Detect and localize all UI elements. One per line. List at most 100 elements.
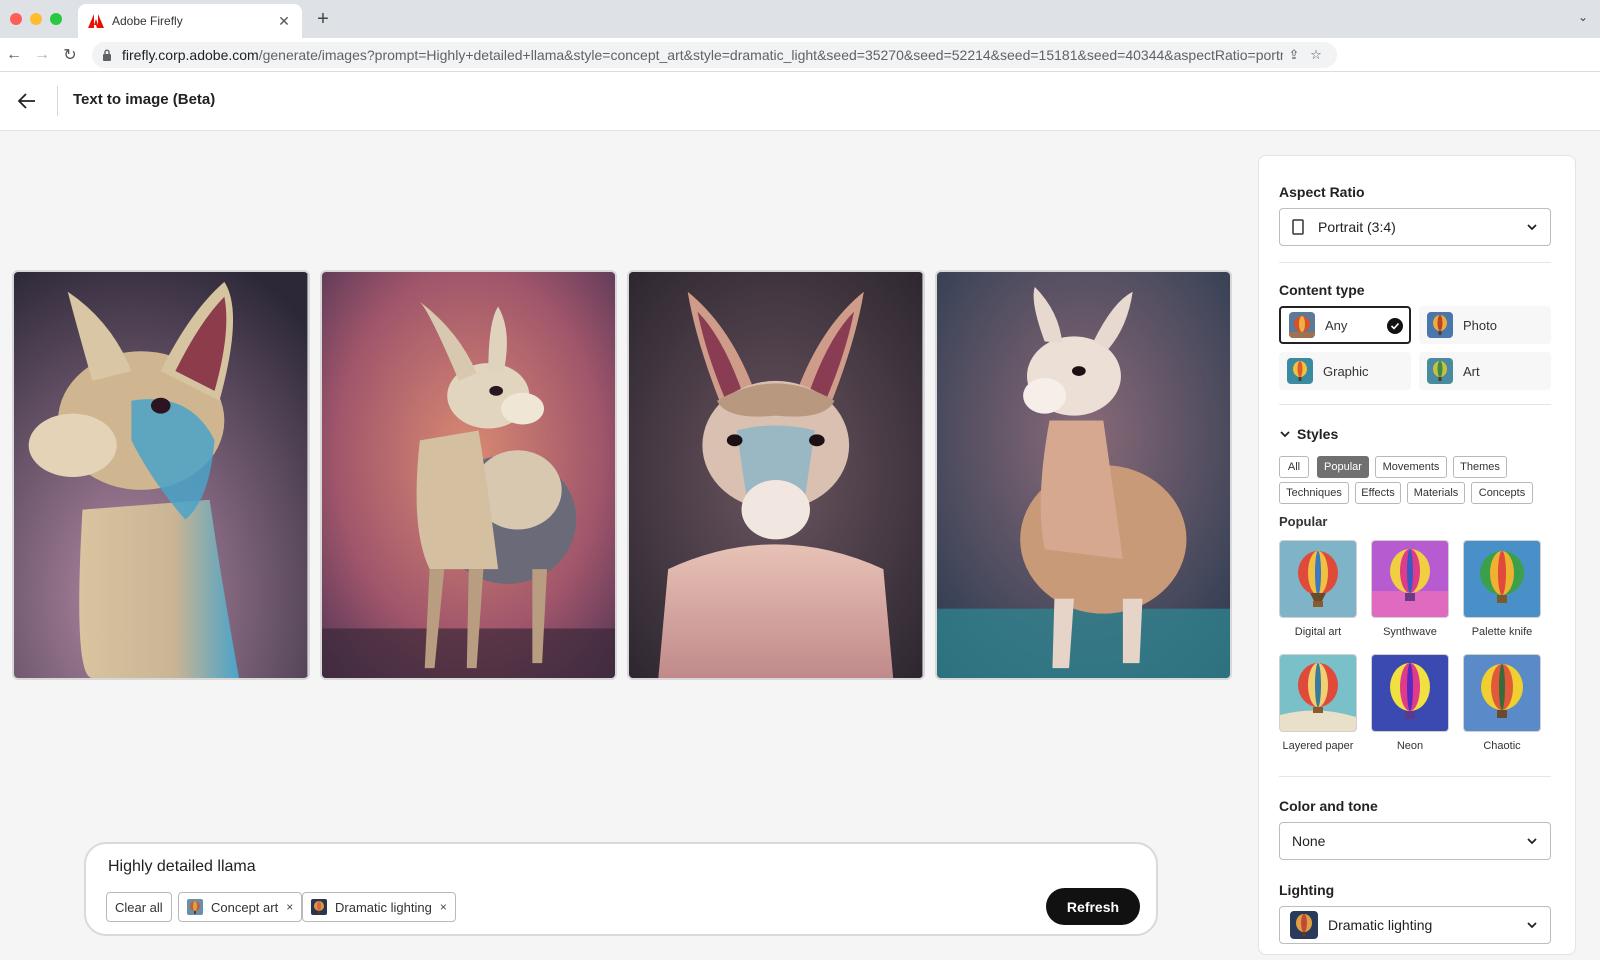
style-label: Digital art — [1294, 626, 1342, 638]
content-type-art[interactable]: Art — [1419, 352, 1551, 390]
color-tone-dropdown[interactable]: None — [1279, 822, 1551, 860]
chevron-down-icon — [1280, 431, 1290, 438]
any-thumbnail-icon — [1289, 312, 1315, 338]
generated-image-1[interactable] — [12, 270, 310, 680]
aspect-ratio-value: Portrait (3:4) — [1318, 219, 1396, 235]
browser-toolbar: ← → ↻ firefly.corp.adobe.com/generate/im… — [0, 38, 1600, 102]
header-divider — [57, 86, 58, 116]
close-tab-icon[interactable]: ✕ — [276, 13, 292, 30]
url-text: firefly.corp.adobe.com/generate/images?p… — [122, 47, 1283, 63]
content-type-label: Art — [1463, 363, 1480, 379]
checkmark-icon — [1387, 318, 1403, 334]
browser-tab[interactable]: Adobe Firefly ✕ — [78, 4, 302, 38]
content-type-graphic[interactable]: Graphic — [1279, 352, 1411, 390]
lighting-dropdown[interactable]: Dramatic lighting — [1279, 906, 1551, 944]
filter-themes[interactable]: Themes — [1453, 456, 1507, 478]
popular-section-title: Popular — [1279, 514, 1328, 529]
clear-all-button[interactable]: Clear all — [106, 892, 172, 922]
url-path: /generate/images?prompt=Highly+detailed+… — [258, 47, 1283, 63]
style-thumbnail — [1279, 540, 1357, 618]
style-neon[interactable]: Neon — [1371, 654, 1449, 752]
style-layered-paper[interactable]: Layered paper — [1279, 654, 1357, 752]
content-type-title: Content type — [1279, 282, 1365, 298]
refresh-button[interactable]: Refresh — [1046, 888, 1140, 925]
reload-icon[interactable]: ↻ — [56, 41, 84, 69]
aspect-ratio-dropdown[interactable]: Portrait (3:4) — [1279, 208, 1551, 246]
lighting-title: Lighting — [1279, 882, 1335, 898]
maximize-window-button[interactable] — [50, 13, 62, 25]
forward-icon[interactable]: → — [28, 41, 56, 69]
share-icon[interactable]: ⇪ — [1283, 47, 1305, 63]
prompt-bar: Highly detailed llama Clear all Concept … — [84, 842, 1158, 936]
chip-dramatic-lighting: Dramatic lighting × — [302, 892, 456, 922]
style-chaotic[interactable]: Chaotic — [1463, 654, 1541, 752]
dramatic-lighting-thumbnail-icon — [1290, 911, 1318, 939]
remove-chip-icon[interactable]: × — [440, 900, 447, 914]
chip-label: Concept art — [211, 899, 279, 915]
styles-title: Styles — [1297, 426, 1339, 442]
filter-popular[interactable]: Popular — [1317, 456, 1369, 478]
dramatic-lighting-thumbnail-icon — [311, 899, 327, 915]
content-type-any[interactable]: Any — [1279, 306, 1411, 344]
filter-effects[interactable]: Effects — [1355, 482, 1401, 504]
style-label: Synthwave — [1383, 626, 1437, 638]
art-thumbnail-icon — [1427, 358, 1453, 384]
filter-movements[interactable]: Movements — [1375, 456, 1447, 478]
style-palette-knife[interactable]: Palette knife — [1463, 540, 1541, 638]
concept-art-thumbnail-icon — [187, 899, 203, 915]
image-gallery — [12, 270, 1232, 680]
browser-tab-bar: Adobe Firefly ✕ + ⌄ — [0, 0, 1600, 38]
color-tone-value: None — [1292, 833, 1326, 849]
content-type-label: Graphic — [1323, 363, 1369, 379]
divider — [1279, 776, 1551, 777]
filter-techniques[interactable]: Techniques — [1279, 482, 1349, 504]
style-thumbnail — [1371, 654, 1449, 732]
filter-concepts[interactable]: Concepts — [1471, 482, 1533, 504]
tab-search-icon[interactable]: ⌄ — [1578, 10, 1588, 24]
bookmark-star-icon[interactable]: ☆ — [1305, 47, 1327, 63]
graphic-thumbnail-icon — [1287, 358, 1313, 384]
page-title: Text to image (Beta) — [73, 91, 216, 108]
remove-chip-icon[interactable]: × — [286, 900, 293, 914]
filter-materials[interactable]: Materials — [1407, 482, 1465, 504]
filter-all[interactable]: All — [1279, 456, 1309, 478]
divider — [1279, 262, 1551, 263]
generated-image-3[interactable] — [627, 270, 925, 680]
aspect-ratio-title: Aspect Ratio — [1279, 184, 1365, 200]
app-header: Text to image (Beta) — [0, 72, 1600, 131]
adobe-logo-icon — [88, 14, 104, 28]
back-arrow-icon[interactable] — [14, 88, 40, 114]
portrait-icon — [1292, 219, 1304, 235]
prompt-input[interactable]: Highly detailed llama — [108, 858, 256, 876]
styles-section-toggle[interactable]: Styles — [1279, 426, 1338, 442]
chip-concept-art: Concept art × — [178, 892, 303, 922]
generated-image-4[interactable] — [934, 270, 1232, 680]
divider — [1279, 404, 1551, 405]
style-label: Chaotic — [1483, 740, 1521, 752]
style-digital-art[interactable]: Digital art — [1279, 540, 1357, 638]
content-type-label: Photo — [1463, 317, 1497, 333]
content-type-photo[interactable]: Photo — [1419, 306, 1551, 344]
url-host: firefly.corp.adobe.com — [122, 47, 259, 63]
new-tab-icon[interactable]: + — [312, 8, 334, 30]
style-label: Palette knife — [1471, 626, 1533, 638]
style-synthwave[interactable]: Synthwave — [1371, 540, 1449, 638]
minimize-window-button[interactable] — [30, 13, 42, 25]
style-thumbnail — [1463, 540, 1541, 618]
chevron-down-icon — [1527, 224, 1537, 231]
close-window-button[interactable] — [10, 13, 22, 25]
lighting-value: Dramatic lighting — [1328, 917, 1433, 933]
back-icon[interactable]: ← — [0, 41, 28, 69]
style-thumbnail — [1279, 654, 1357, 732]
chevron-down-icon — [1527, 838, 1537, 845]
style-label: Neon — [1396, 740, 1424, 752]
style-thumbnail — [1463, 654, 1541, 732]
generated-image-2[interactable] — [319, 270, 617, 680]
style-label: Layered paper — [1282, 740, 1354, 752]
lock-icon — [103, 49, 111, 61]
photo-thumbnail-icon — [1427, 312, 1453, 338]
tab-title: Adobe Firefly — [112, 14, 183, 28]
style-thumbnail — [1371, 540, 1449, 618]
url-bar[interactable]: firefly.corp.adobe.com/generate/images?p… — [92, 42, 1337, 68]
content-type-label: Any — [1325, 317, 1348, 333]
